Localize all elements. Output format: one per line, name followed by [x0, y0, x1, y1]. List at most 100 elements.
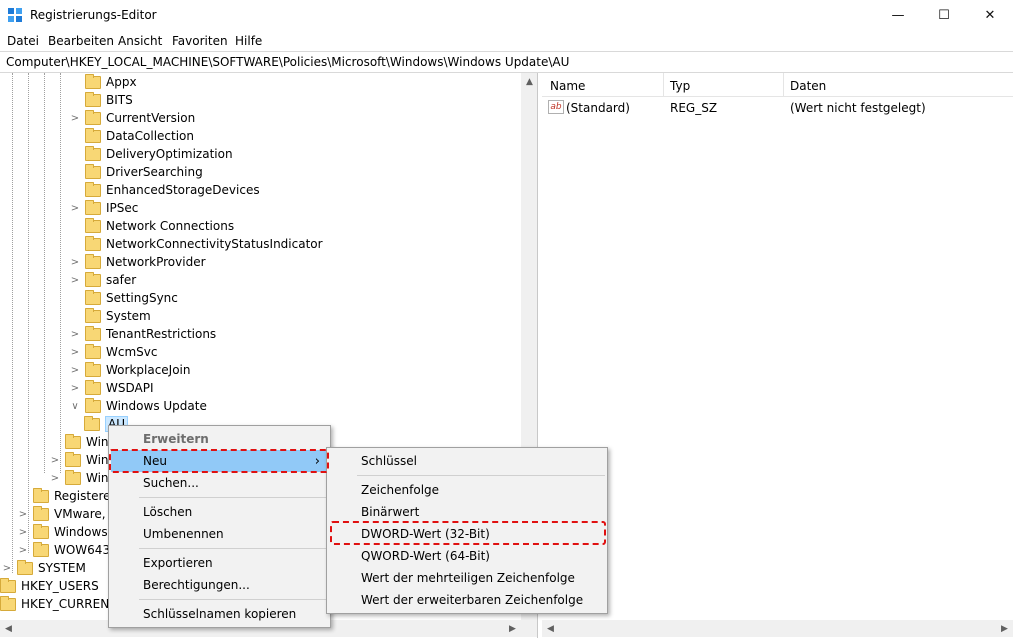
tree-item[interactable]: > safer	[68, 271, 136, 289]
submenu-item-expand-string[interactable]: Wert der erweiterbaren Zeichenfolge	[329, 589, 605, 611]
table-row[interactable]: ab (Standard) REG_SZ (Wert nicht festgel…	[542, 99, 1013, 117]
tree-item[interactable]: BITS	[68, 91, 133, 109]
folder-icon	[65, 433, 81, 449]
folder-icon	[85, 199, 101, 215]
tree-item[interactable]: DriverSearching	[68, 163, 203, 181]
chevron-right-icon[interactable]: >	[48, 473, 62, 484]
folder-icon	[85, 127, 101, 143]
menu-item-search[interactable]: Suchen...	[111, 472, 328, 494]
folder-icon	[0, 577, 16, 593]
tree-item-label: DeliveryOptimization	[106, 147, 233, 161]
menu-ansicht[interactable]: Ansicht	[118, 34, 162, 48]
menu-separator	[139, 599, 328, 600]
tree-item-hkey-users[interactable]: HKEY_USERS	[0, 577, 99, 595]
tree-item[interactable]: DataCollection	[68, 127, 194, 145]
tree-item-system[interactable]: > SYSTEM	[0, 559, 86, 577]
tree-item[interactable]: Appx	[68, 73, 137, 91]
chevron-down-icon[interactable]: ∨	[68, 401, 82, 412]
tree-item[interactable]: > WcmSvc	[68, 343, 157, 361]
chevron-right-icon[interactable]: >	[68, 383, 82, 394]
submenu-item-multi-string[interactable]: Wert der mehrteiligen Zeichenfolge	[329, 567, 605, 589]
folder-icon	[85, 397, 101, 413]
tree-item-label: BITS	[106, 93, 133, 107]
menu-bearbeiten[interactable]: Bearbeiten	[48, 34, 114, 48]
tree-item[interactable]: ∨ Windows Update	[68, 397, 207, 415]
chevron-right-icon[interactable]: >	[68, 365, 82, 376]
tree-item[interactable]: EnhancedStorageDevices	[68, 181, 260, 199]
scroll-right-icon[interactable]: ▶	[504, 620, 521, 637]
menu-hilfe[interactable]: Hilfe	[235, 34, 262, 48]
folder-icon	[33, 505, 49, 521]
menu-item-export[interactable]: Exportieren	[111, 552, 328, 574]
menu-item-new[interactable]: Neu ›	[111, 450, 328, 472]
tree-item[interactable]: > CurrentVersion	[68, 109, 195, 127]
tree-item-vmware[interactable]: > VMware, I	[16, 505, 113, 523]
values-pane: Name Typ Daten ab (Standard) REG_SZ (Wer…	[542, 73, 1013, 638]
folder-icon	[65, 469, 81, 485]
tree-item-wow6432[interactable]: > WOW6432	[16, 541, 118, 559]
column-separator[interactable]	[663, 73, 664, 97]
menu-item-rename[interactable]: Umbenennen	[111, 523, 328, 545]
chevron-right-icon[interactable]: >	[16, 545, 30, 556]
menu-item-delete[interactable]: Löschen	[111, 501, 328, 523]
scroll-left-icon[interactable]: ◀	[0, 620, 17, 637]
tree-item[interactable]: > TenantRestrictions	[68, 325, 216, 343]
submenu-item-binary[interactable]: Binärwert	[329, 501, 605, 523]
tree-item[interactable]: NetworkConnectivityStatusIndicator	[68, 235, 323, 253]
folder-icon	[85, 361, 101, 377]
tree-item[interactable]: > NetworkProvider	[68, 253, 206, 271]
tree-item[interactable]: SettingSync	[68, 289, 178, 307]
chevron-right-icon[interactable]: >	[68, 275, 82, 286]
tree-item-hkey-current[interactable]: HKEY_CURRENT	[0, 595, 117, 613]
folder-icon	[85, 343, 101, 359]
chevron-right-icon[interactable]: >	[16, 509, 30, 520]
tree-item-label: DataCollection	[106, 129, 195, 143]
tree-item[interactable]: > IPSec	[68, 199, 138, 217]
chevron-right-icon[interactable]: >	[0, 563, 14, 574]
column-header-data[interactable]: Daten	[790, 79, 826, 93]
chevron-right-icon[interactable]: >	[48, 455, 62, 466]
tree-item-registered[interactable]: Registered	[16, 487, 118, 505]
close-button[interactable]: ✕	[967, 0, 1013, 31]
tree-item-label: Win	[86, 435, 109, 449]
menu-datei[interactable]: Datei	[7, 34, 39, 48]
tree-item[interactable]: System	[68, 307, 151, 325]
chevron-right-icon[interactable]: >	[68, 113, 82, 124]
column-separator[interactable]	[783, 73, 784, 97]
tree-item[interactable]: DeliveryOptimization	[68, 145, 233, 163]
tree-item-win-b[interactable]: > Win	[48, 451, 109, 469]
tree-item-win-c[interactable]: > Win	[48, 469, 109, 487]
address-path[interactable]: Computer\HKEY_LOCAL_MACHINE\SOFTWARE\Pol…	[6, 55, 569, 69]
chevron-right-icon[interactable]: >	[68, 257, 82, 268]
tree-item[interactable]: Network Connections	[68, 217, 234, 235]
menu-item-permissions[interactable]: Berechtigungen...	[111, 574, 328, 596]
tree-item-win-a[interactable]: Win	[48, 433, 109, 451]
submenu-item-dword[interactable]: DWORD-Wert (32-Bit)	[329, 523, 605, 545]
column-header-name[interactable]: Name	[550, 79, 585, 93]
tree-item-label: HKEY_USERS	[21, 579, 99, 593]
tree-item-label: CurrentVersion	[106, 111, 196, 125]
tree-item[interactable]: > WorkplaceJoin	[68, 361, 191, 379]
value-type: REG_SZ	[670, 101, 718, 115]
scroll-right-icon[interactable]: ▶	[996, 620, 1013, 637]
list-horizontal-scrollbar[interactable]: ◀ ▶	[542, 620, 1013, 637]
submenu-item-string[interactable]: Zeichenfolge	[329, 479, 605, 501]
submenu-item-key[interactable]: Schlüssel	[329, 450, 605, 472]
tree-item-windows[interactable]: > Windows	[16, 523, 108, 541]
folder-icon	[85, 325, 101, 341]
maximize-button[interactable]: ☐	[921, 0, 967, 31]
column-header-type[interactable]: Typ	[670, 79, 690, 93]
scroll-up-icon[interactable]: ▲	[521, 73, 537, 90]
chevron-right-icon[interactable]: >	[68, 203, 82, 214]
address-bar[interactable]: Computer\HKEY_LOCAL_MACHINE\SOFTWARE\Pol…	[0, 51, 1013, 73]
tree-item[interactable]: > WSDAPI	[68, 379, 154, 397]
registry-editor-icon	[8, 8, 22, 22]
submenu-item-qword[interactable]: QWORD-Wert (64-Bit)	[329, 545, 605, 567]
menu-item-copy-key-name[interactable]: Schlüsselnamen kopieren	[111, 603, 328, 625]
minimize-button[interactable]: —	[875, 0, 921, 31]
chevron-right-icon[interactable]: >	[16, 527, 30, 538]
menu-favoriten[interactable]: Favoriten	[172, 34, 228, 48]
chevron-right-icon[interactable]: >	[68, 329, 82, 340]
scroll-left-icon[interactable]: ◀	[542, 620, 559, 637]
chevron-right-icon[interactable]: >	[68, 347, 82, 358]
